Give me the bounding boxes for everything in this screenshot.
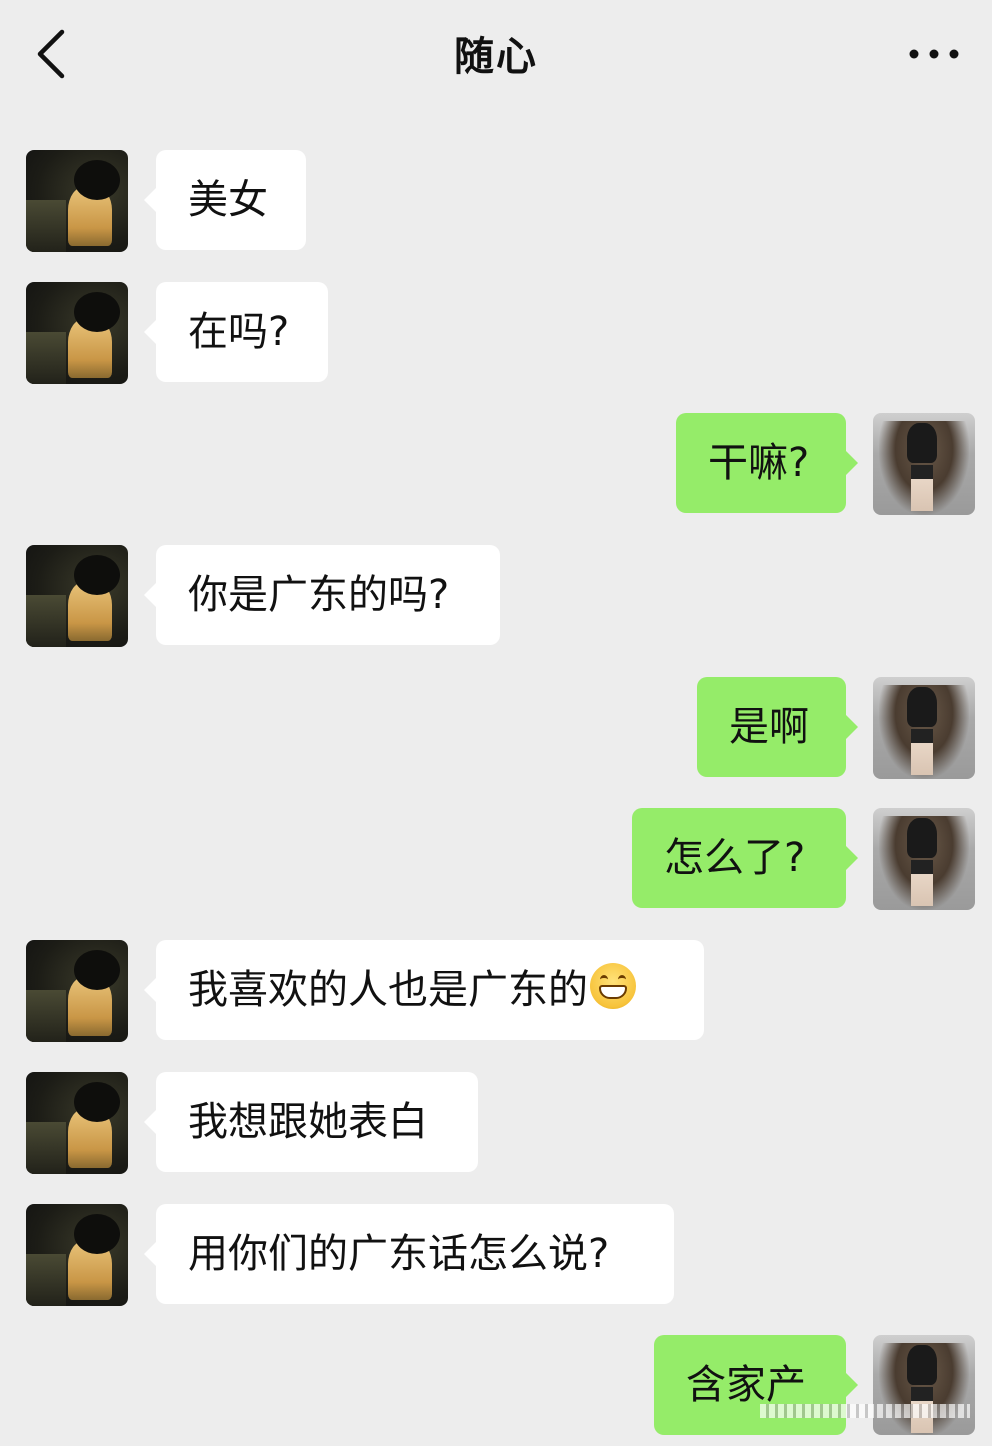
message-text: 用你们的广东话怎么说?: [188, 1231, 610, 1277]
my-avatar[interactable]: [873, 677, 975, 779]
more-options-button[interactable]: [906, 34, 962, 74]
contact-avatar[interactable]: [26, 282, 128, 384]
chat-header: 随心: [0, 0, 992, 110]
message-text: 含家产: [686, 1362, 806, 1408]
incoming-message-bubble[interactable]: 在吗?: [144, 282, 328, 382]
message-text: 干嘛?: [708, 440, 810, 486]
contact-avatar[interactable]: [26, 940, 128, 1042]
more-dots-icon: [909, 49, 959, 59]
message-text: 美女: [188, 177, 268, 223]
contact-avatar[interactable]: [26, 150, 128, 252]
message-text: 我想跟她表白: [188, 1099, 428, 1145]
message-text: 是啊: [729, 704, 809, 750]
contact-avatar[interactable]: [26, 1204, 128, 1306]
incoming-message-bubble[interactable]: 用你们的广东话怎么说?: [144, 1204, 674, 1304]
outgoing-message-bubble[interactable]: 是啊: [697, 677, 858, 777]
contact-avatar[interactable]: [26, 1072, 128, 1174]
chat-title: 随心: [454, 34, 538, 80]
incoming-message-bubble[interactable]: 美女: [144, 150, 306, 250]
incoming-message-bubble[interactable]: 我喜欢的人也是广东的: [144, 940, 704, 1040]
my-avatar[interactable]: [873, 808, 975, 910]
chat-area: 美女 在吗? 干嘛? 你是广东的吗? 是啊 怎么了? 我喜欢的人也是广东的 我想…: [0, 0, 992, 1446]
incoming-message-bubble[interactable]: 你是广东的吗?: [144, 545, 500, 645]
watermark: [760, 1404, 970, 1418]
my-avatar[interactable]: [873, 1335, 975, 1435]
outgoing-message-bubble[interactable]: 干嘛?: [676, 413, 858, 513]
my-avatar[interactable]: [873, 413, 975, 515]
incoming-message-bubble[interactable]: 我想跟她表白: [144, 1072, 478, 1172]
outgoing-message-bubble[interactable]: 含家产: [654, 1335, 858, 1435]
contact-avatar[interactable]: [26, 545, 128, 647]
message-text: 你是广东的吗?: [188, 572, 450, 618]
message-text: 怎么了?: [664, 835, 806, 881]
grinning-face-icon: [590, 963, 636, 1009]
message-text: 我喜欢的人也是广东的: [188, 967, 588, 1013]
message-text: 在吗?: [188, 309, 290, 355]
outgoing-message-bubble[interactable]: 怎么了?: [632, 808, 858, 908]
